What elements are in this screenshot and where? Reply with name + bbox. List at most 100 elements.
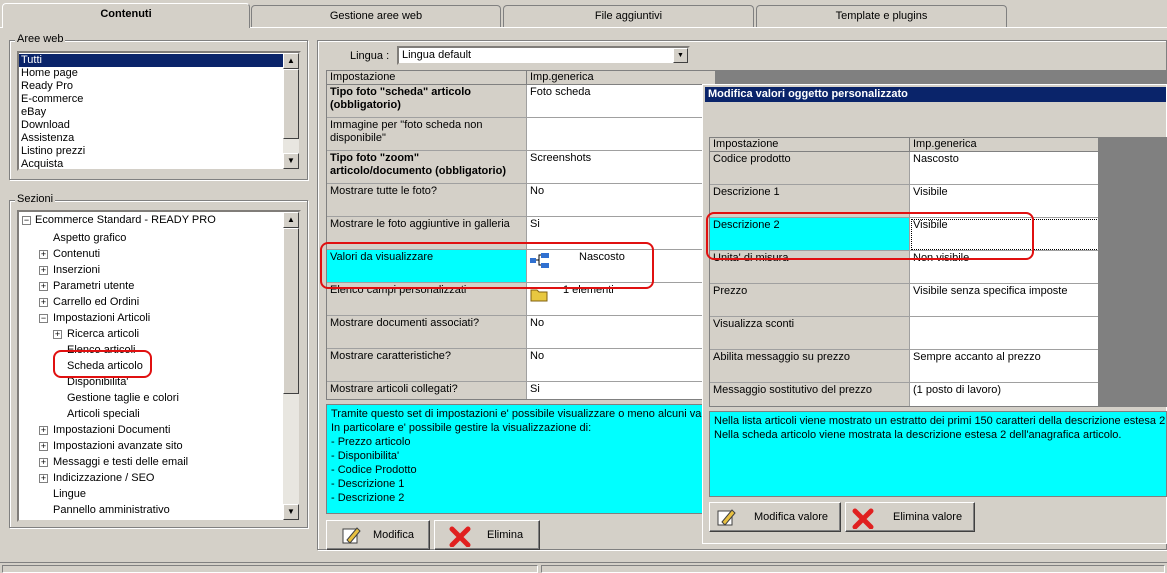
setting-value[interactable]: No (527, 316, 715, 349)
dialog-setting-value[interactable]: Sempre accanto al prezzo (910, 350, 1098, 383)
setting-value[interactable]: No (527, 349, 715, 382)
tree-item[interactable]: Impostazioni Documenti (53, 422, 170, 438)
tree-item[interactable]: Articoli speciali (67, 406, 140, 422)
tree-item[interactable]: Inserzioni (53, 262, 100, 278)
setting-key[interactable]: Mostrare documenti associati? (327, 316, 527, 349)
expand-icon[interactable]: + (39, 442, 48, 451)
sezioni-title: Sezioni (15, 193, 56, 205)
modify-value-button[interactable]: Modifica valore (709, 502, 841, 532)
dialog-gray-band (1099, 137, 1167, 407)
dialog-setting-value[interactable]: Nascosto (910, 152, 1098, 185)
aree-web-item[interactable]: Acquista (19, 158, 283, 169)
setting-key[interactable]: Immagine per "foto scheda non disponibil… (327, 118, 527, 151)
annotation-valori-da-visualizzare (320, 242, 654, 289)
expand-icon[interactable]: + (39, 298, 48, 307)
collapse-icon[interactable]: − (39, 314, 48, 323)
tree-item[interactable]: Pannello amministrativo (53, 502, 170, 518)
tree-item[interactable]: Sk... (53, 518, 75, 520)
modify-button[interactable]: Modifica (326, 520, 430, 550)
aree-web-item[interactable]: Assistenza (19, 132, 283, 145)
expand-icon[interactable]: + (39, 250, 48, 259)
delete-value-button[interactable]: Elimina valore (845, 502, 975, 532)
tree-item[interactable]: Messaggi e testi delle email (53, 454, 188, 470)
setting-key[interactable]: Tipo foto "zoom" articolo/documento (obb… (327, 151, 527, 184)
dialog-setting-key[interactable]: Abilita messaggio su prezzo (710, 350, 910, 383)
aree-web-title: Aree web (15, 33, 66, 45)
col-header-imp-generica[interactable]: Imp.generica (527, 71, 715, 85)
collapse-icon[interactable]: − (22, 216, 31, 225)
tree-item[interactable]: Lingue (53, 486, 86, 502)
scroll-down-icon[interactable]: ▼ (283, 504, 299, 520)
lingua-select[interactable]: Lingua default ▼ (397, 46, 690, 65)
dialog-col-header-imp-generica[interactable]: Imp.generica (910, 138, 1098, 152)
tab-file-aggiuntivi[interactable]: File aggiuntivi (503, 5, 754, 27)
tab-contenuti[interactable]: Contenuti (2, 3, 250, 28)
delete-label: Elimina (487, 529, 524, 541)
tree-item[interactable]: Contenuti (53, 246, 100, 262)
tree-item[interactable]: Parametri utente (53, 278, 134, 294)
expand-icon[interactable]: + (39, 426, 48, 435)
delete-x-icon (449, 526, 471, 547)
dialog-setting-value[interactable] (910, 317, 1098, 350)
dialog-setting-key[interactable]: Codice prodotto (710, 152, 910, 185)
aree-web-list[interactable]: Tutti Home page Ready Pro E-commerce eBay Dow… (17, 51, 301, 171)
expand-icon[interactable]: + (39, 458, 48, 467)
dialog-col-header-impostazione[interactable]: Impostazione (710, 138, 910, 152)
tree-item[interactable]: Gestione taglie e colori (67, 390, 179, 406)
dialog-setting-value[interactable]: Visibile senza specifica imposte (910, 284, 1098, 317)
tab-gestione-aree-web[interactable]: Gestione aree web (251, 5, 501, 27)
aree-web-item[interactable]: Listino prezzi (19, 145, 283, 158)
dialog-title: Modifica valori oggetto personalizzato (705, 87, 1166, 102)
tab-template-plugins[interactable]: Template e plugins (756, 5, 1007, 27)
scroll-down-icon[interactable]: ▼ (283, 153, 299, 169)
setting-value[interactable] (527, 118, 715, 151)
dialog-setting-value[interactable]: (1 posto di lavoro) (910, 383, 1098, 406)
tree-item[interactable]: Ricerca articoli (67, 326, 139, 342)
setting-value[interactable]: Foto scheda (527, 85, 715, 118)
scroll-thumb[interactable] (283, 69, 299, 139)
dialog-setting-key[interactable]: Visualizza sconti (710, 317, 910, 350)
dialog-setting-key[interactable]: Messaggio sostitutivo del prezzo (710, 383, 910, 406)
tree-root[interactable]: Ecommerce Standard - READY PRO (35, 212, 216, 228)
status-bar (0, 562, 1167, 573)
setting-value[interactable]: No (527, 184, 715, 217)
main-grid: Impostazione Imp.generica Tipo foto "sch… (326, 70, 716, 400)
expand-icon[interactable]: + (39, 474, 48, 483)
chevron-down-icon[interactable]: ▼ (673, 48, 688, 63)
lingua-value: Lingua default (402, 49, 472, 61)
setting-key[interactable]: Mostrare articoli collegati? (327, 382, 527, 399)
description-line: In particolare e' possibile gestire la v… (331, 422, 592, 434)
aree-web-item[interactable]: Ready Pro (19, 80, 283, 93)
scroll-up-icon[interactable]: ▲ (283, 212, 299, 228)
aree-web-item[interactable]: eBay (19, 106, 283, 119)
expand-icon[interactable]: + (53, 330, 62, 339)
tree-item[interactable]: Impostazioni avanzate sito (53, 438, 183, 454)
dialog-setting-key[interactable]: Prezzo (710, 284, 910, 317)
sezioni-scrollbar[interactable]: ▲ ▼ (283, 212, 299, 520)
delete-x-icon (852, 508, 874, 529)
expand-icon[interactable]: + (39, 282, 48, 291)
setting-value[interactable]: Screenshots (527, 151, 715, 184)
expand-icon[interactable]: + (39, 266, 48, 275)
scroll-up-icon[interactable]: ▲ (283, 53, 299, 69)
description-line: - Disponibilita' (331, 450, 400, 462)
setting-key[interactable]: Mostrare caratteristiche? (327, 349, 527, 382)
delete-button[interactable]: Elimina (434, 520, 540, 550)
aree-web-scrollbar[interactable]: ▲ ▼ (283, 53, 299, 169)
pencil-icon (342, 527, 361, 544)
setting-key[interactable]: Mostrare tutte le foto? (327, 184, 527, 217)
description-line: - Descrizione 1 (331, 478, 405, 490)
annotation-scheda-articolo (53, 350, 152, 378)
tree-item[interactable]: Aspetto grafico (53, 230, 126, 246)
tree-item[interactable]: Carrello ed Ordini (53, 294, 139, 310)
aree-web-item[interactable]: Download (19, 119, 283, 132)
aree-web-item[interactable]: Home page (19, 67, 283, 80)
tree-item[interactable]: Impostazioni Articoli (53, 310, 150, 326)
aree-web-item[interactable]: E-commerce (19, 93, 283, 106)
aree-web-item[interactable]: Tutti (19, 54, 283, 67)
col-header-impostazione[interactable]: Impostazione (327, 71, 527, 85)
setting-key[interactable]: Tipo foto "scheda" articolo (obbligatori… (327, 85, 527, 118)
scroll-thumb[interactable] (283, 228, 299, 394)
tree-item[interactable]: Indicizzazione / SEO (53, 470, 155, 486)
setting-value[interactable]: Si (527, 382, 715, 399)
